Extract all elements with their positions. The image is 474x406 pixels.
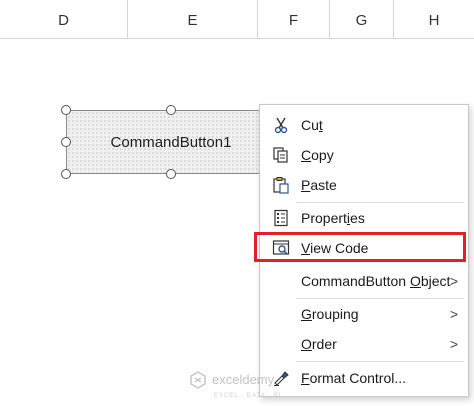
menu-item-format-control-label: Format Control...: [301, 370, 407, 386]
column-header-g[interactable]: G: [330, 0, 394, 38]
menu-item-copy-label: Copy: [301, 147, 334, 163]
menu-item-commandbutton-object-label: CommandButton Object: [301, 273, 451, 289]
watermark-tagline: EXCEL · DATA · BI: [214, 393, 282, 399]
menu-item-order[interactable]: Order >: [260, 329, 468, 359]
menu-item-commandbutton-object[interactable]: CommandButton Object >: [260, 266, 468, 296]
menu-item-order-label: Order: [301, 336, 337, 352]
submenu-chevron-right-icon: >: [449, 336, 458, 352]
column-header-f[interactable]: F: [258, 0, 330, 38]
exceldemy-logo-icon: [190, 371, 206, 389]
menu-item-copy[interactable]: Copy: [260, 140, 468, 170]
menu-separator: [296, 361, 464, 362]
resize-handle-top[interactable]: [166, 105, 176, 115]
menu-item-format-control[interactable]: Format Control...: [260, 363, 468, 393]
menu-item-paste[interactable]: Paste: [260, 170, 468, 200]
properties-icon: [274, 209, 288, 227]
scissors-icon: [274, 117, 288, 134]
resize-handle-bottom-left[interactable]: [61, 169, 71, 179]
submenu-chevron-right-icon: >: [449, 273, 458, 289]
menu-item-cut-label: Cut: [301, 117, 323, 133]
command-button-label: CommandButton1: [110, 134, 232, 151]
paste-clipboard-icon: [273, 177, 289, 194]
format-control-icon: [274, 371, 289, 386]
column-header-h[interactable]: H: [394, 0, 474, 38]
menu-item-grouping-label: Grouping: [301, 306, 359, 322]
menu-item-cut[interactable]: Cut: [260, 110, 468, 140]
menu-item-properties-label: Properties: [301, 210, 365, 226]
column-header-e[interactable]: E: [128, 0, 258, 38]
submenu-chevron-right-icon: >: [449, 306, 458, 322]
copy-icon: [273, 147, 288, 163]
resize-handle-top-left[interactable]: [61, 105, 71, 115]
menu-item-properties[interactable]: Properties: [260, 203, 468, 233]
menu-item-paste-label: Paste: [301, 177, 337, 193]
resize-handle-bottom[interactable]: [166, 169, 176, 179]
view-code-highlight-box: [254, 232, 466, 262]
command-button[interactable]: CommandButton1: [66, 110, 276, 174]
column-header-bar: D E F G H: [0, 0, 474, 39]
resize-handle-left[interactable]: [61, 137, 71, 147]
column-header-d[interactable]: D: [0, 0, 128, 38]
menu-item-grouping[interactable]: Grouping >: [260, 299, 468, 329]
